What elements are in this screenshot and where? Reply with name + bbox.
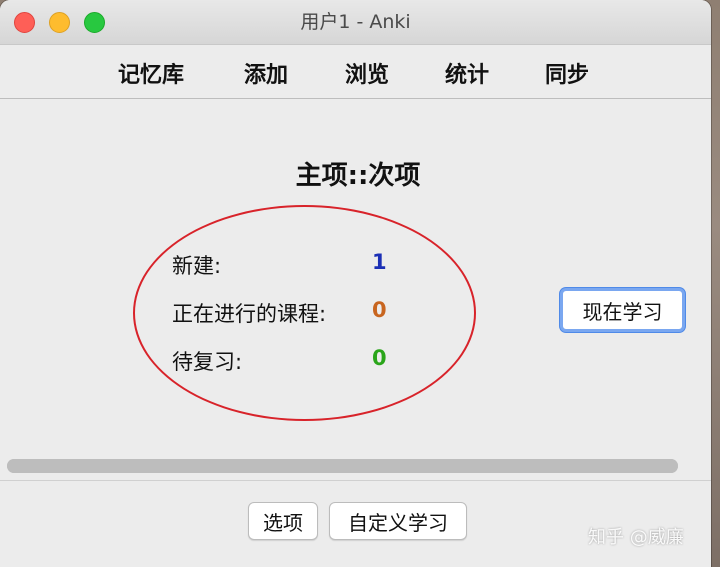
toolbar-add-link[interactable]: 添加 (244, 57, 288, 89)
watermark-text: 知乎 @威廉 (588, 527, 684, 548)
learning-count-value: 0 (372, 298, 387, 322)
deck-title: 主项::次项 (295, 161, 421, 191)
title-bar[interactable]: 用户1 - Anki (0, 0, 711, 45)
window-title: 用户1 - Anki (300, 11, 411, 33)
toolbar-browse-link[interactable]: 浏览 (345, 57, 389, 89)
toolbar-stats-link[interactable]: 统计 (445, 57, 489, 89)
review-count-label: 待复习: (172, 350, 243, 374)
toolbar-decks-link[interactable]: 记忆库 (118, 57, 184, 89)
review-count-value: 0 (372, 346, 387, 370)
new-count-value: 1 (372, 250, 387, 274)
new-count-label: 新建: (172, 254, 222, 278)
options-button[interactable]: 选项 (248, 502, 318, 540)
anki-window: 用户1 - Anki 记忆库 添加 浏览 统计 同步 主项::次项 新建: 1 … (0, 0, 711, 567)
learning-count-label: 正在进行的课程: (172, 302, 327, 326)
deck-overview: 主项::次项 新建: 1 正在进行的课程: 0 待复习: 0 现在学习 (0, 99, 711, 479)
progress-bar-fill (7, 459, 678, 473)
study-now-button[interactable]: 现在学习 (560, 288, 685, 332)
progress-bar (7, 459, 678, 473)
toolbar-sync-link[interactable]: 同步 (545, 57, 589, 89)
main-toolbar: 记忆库 添加 浏览 统计 同步 (0, 45, 711, 99)
custom-study-button[interactable]: 自定义学习 (329, 502, 467, 540)
